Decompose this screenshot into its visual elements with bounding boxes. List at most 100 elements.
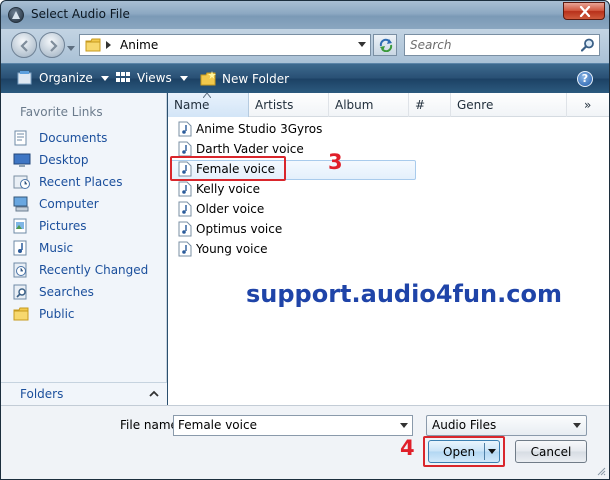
column-header-row: Name Artists Album # Genre » [168,93,609,117]
annotation-highlight-step-3 [170,156,286,181]
nav-item-desktop[interactable]: Desktop [1,149,166,171]
refresh-button[interactable] [373,34,397,56]
public-folder-icon [13,306,31,322]
more-columns-icon: » [584,98,592,112]
pictures-icon [13,218,31,234]
folders-toggle[interactable]: Folders [1,382,167,405]
nav-item-label: Computer [39,197,99,211]
nav-item-label: Documents [39,131,108,145]
column-header-label: Artists [255,98,294,112]
folders-label: Folders [20,387,64,401]
nav-item-searches[interactable]: Searches [1,281,166,303]
file-list-pane: Name Artists Album # Genre » Anime Studi… [168,93,609,405]
nav-item-label: Public [39,307,75,321]
annotation-step-4: 4 [400,436,415,460]
app-icon [8,7,24,23]
filename-combobox[interactable]: Female voice [173,415,413,436]
column-header-genre[interactable]: Genre [451,93,567,117]
breadcrumb-anime[interactable]: Anime [120,38,158,52]
organize-button[interactable]: Organize [17,71,109,85]
audio-file-icon [178,121,192,137]
address-dropdown-icon[interactable] [358,42,366,48]
nav-item-label: Searches [39,285,94,299]
nav-item-recently-changed[interactable]: Recently Changed [1,259,166,281]
recently-changed-icon [13,262,31,278]
column-header-label: Album [335,98,374,112]
file-item[interactable]: Optimus voice [168,219,609,239]
file-type-value: Audio Files [432,418,497,432]
breadcrumb-chevron-icon[interactable] [106,41,112,49]
column-header-number[interactable]: # [409,93,451,117]
resize-grip-icon[interactable] [596,466,606,476]
music-icon [13,240,31,256]
search-icon[interactable] [581,38,595,52]
file-name: Optimus voice [196,222,283,236]
nav-item-documents[interactable]: Documents [1,127,166,149]
column-header-label: Name [174,98,210,112]
file-name: Kelly voice [196,182,260,196]
nav-item-public[interactable]: Public [1,303,166,325]
filename-value[interactable]: Female voice [178,418,257,432]
back-button[interactable] [11,32,37,58]
forward-button[interactable] [39,32,65,58]
column-header-artists[interactable]: Artists [249,93,329,117]
search-box[interactable] [404,34,600,56]
nav-item-computer[interactable]: Computer [1,193,166,215]
recent-places-icon [13,174,31,190]
file-name: Older voice [196,202,265,216]
column-header-label: Genre [457,98,494,112]
file-name: Darth Vader voice [196,142,304,156]
cancel-button[interactable]: Cancel [515,440,587,463]
chevron-down-icon [179,75,188,81]
file-item[interactable]: Anime Studio 3Gyros [168,119,609,139]
file-item[interactable]: Young voice [168,239,609,259]
file-item[interactable]: Kelly voice [168,179,609,199]
nav-item-music[interactable]: Music [1,237,166,259]
help-icon: ? [581,72,589,85]
column-header-album[interactable]: Album [329,93,409,117]
file-list: Anime Studio 3Gyros Darth Vader voice Fe… [168,119,609,259]
computer-icon [13,196,31,212]
views-icon [116,72,130,82]
back-arrow-icon [20,40,28,52]
organize-label: Organize [39,71,93,85]
search-input[interactable] [408,37,573,53]
desktop-icon [13,152,31,168]
chevron-down-icon[interactable] [400,423,408,429]
window-title: Select Audio File [31,7,130,21]
column-header-name[interactable]: Name [168,93,249,117]
organize-icon [17,71,32,85]
sort-ascending-icon [203,93,211,98]
address-field[interactable]: Anime [79,34,371,56]
favorite-links-list: Documents Desktop Recent Places Computer [1,127,166,325]
close-button[interactable] [563,2,605,20]
close-icon [579,6,591,17]
navigation-pane: Favorite Links Documents Desktop Recent … [1,93,167,405]
new-folder-label: New Folder [222,71,290,86]
watermark-text: support.audio4fun.com [246,280,562,308]
nav-item-recent-places[interactable]: Recent Places [1,171,166,193]
nav-item-pictures[interactable]: Pictures [1,215,166,237]
file-type-select[interactable]: Audio Files [426,415,587,436]
views-button[interactable]: Views [115,71,188,85]
nav-item-label: Desktop [39,153,89,167]
help-button[interactable]: ? [577,71,593,87]
recent-pages-dropdown[interactable] [67,41,77,51]
chevron-down-icon [573,423,581,428]
title-bar[interactable]: Select Audio File [1,1,609,29]
more-columns-button[interactable]: » [578,93,608,117]
documents-icon [13,130,31,146]
forward-arrow-icon [50,40,58,52]
audio-file-icon [178,181,192,197]
new-folder-icon [200,71,216,86]
nav-item-label: Pictures [39,219,87,233]
column-header-label: # [415,98,426,112]
searches-icon [13,284,31,300]
file-item[interactable]: Older voice [168,199,609,219]
command-toolbar: Organize Views New Folder ? [1,63,609,93]
annotation-step-3: 3 [328,150,343,174]
new-folder-button[interactable]: New Folder [200,71,289,86]
folder-icon [85,38,101,52]
audio-file-icon [178,141,192,157]
address-bar: Anime [1,29,609,63]
